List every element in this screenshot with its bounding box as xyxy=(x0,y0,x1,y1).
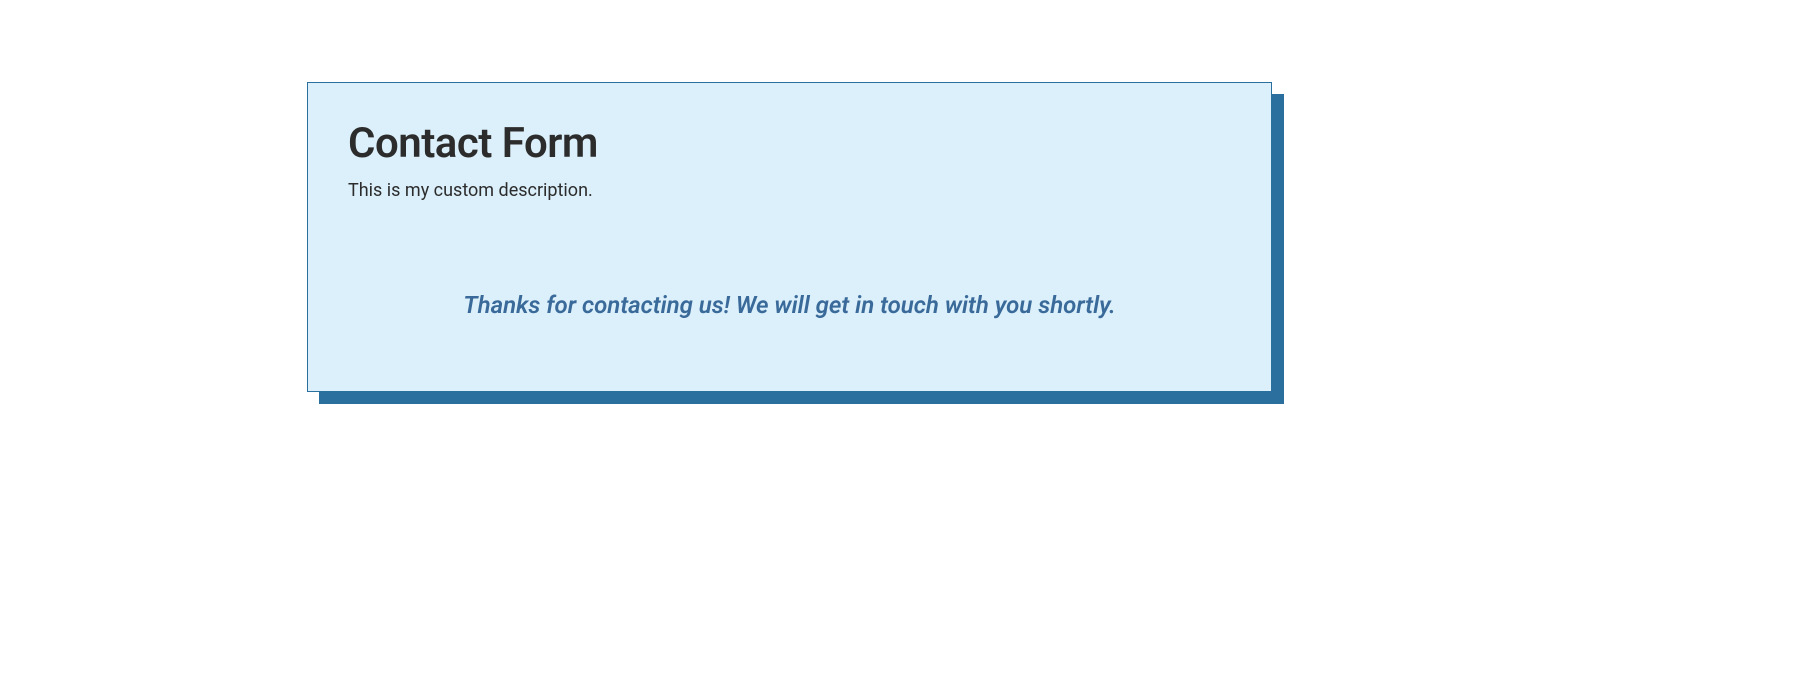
contact-form-card: Contact Form This is my custom descripti… xyxy=(307,82,1272,392)
form-description: This is my custom description. xyxy=(348,180,1231,201)
confirmation-message: Thanks for contacting us! We will get in… xyxy=(348,291,1231,319)
form-title: Contact Form xyxy=(348,119,1231,168)
